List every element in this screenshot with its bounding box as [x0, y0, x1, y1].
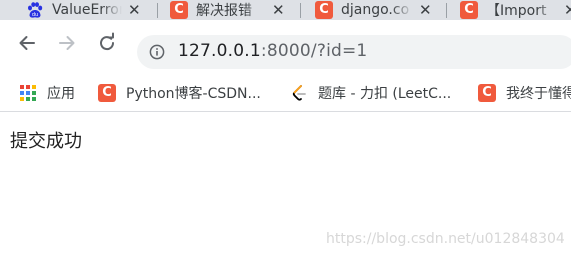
browser-tab[interactable]: 解决报错 ✕ [170, 0, 285, 20]
close-icon[interactable]: ✕ [128, 2, 141, 18]
close-icon[interactable]: ✕ [419, 2, 432, 18]
forward-arrow-icon[interactable] [56, 32, 78, 54]
tab-separator [157, 3, 158, 18]
bookmark-leetcode[interactable]: 题库 - 力扣 (LeetC... [290, 83, 451, 103]
bookmarks-bar: 应用 Python博客-CSDN... 题库 - 力扣 (LeetC... 我终… [0, 74, 571, 112]
browser-tab[interactable]: django.co ✕ [315, 0, 432, 20]
bookmark-label: 应用 [47, 86, 75, 102]
url-text[interactable]: 127.0.0.1:8000/?id=1 [178, 41, 367, 61]
apps-grid-icon [20, 85, 36, 101]
csdn-icon [170, 1, 188, 19]
close-icon[interactable]: ✕ [564, 2, 571, 18]
close-icon[interactable]: ✕ [272, 2, 285, 18]
address-bar[interactable]: 127.0.0.1:8000/?id=1 [137, 35, 571, 69]
bookmark-python-blog[interactable]: Python博客-CSDN... [98, 83, 261, 103]
csdn-icon [98, 84, 116, 102]
tab-title: 解决报错 [196, 3, 252, 19]
baidu-icon: du [28, 2, 43, 18]
bookmark-article[interactable]: 我终于懂得 [478, 83, 571, 103]
svg-text:du: du [32, 12, 38, 18]
info-icon[interactable] [149, 44, 165, 60]
leetcode-icon [292, 85, 306, 101]
tab-separator [300, 3, 301, 18]
browser-toolbar: 127.0.0.1:8000/?id=1 [0, 20, 571, 69]
submit-success-message: 提交成功 [10, 131, 82, 152]
watermark-text: https://blog.csdn.net/u012848304 [326, 231, 565, 247]
browser-tab[interactable]: du ValueError ✕ [26, 0, 141, 20]
csdn-icon [460, 1, 478, 19]
bookmark-apps[interactable]: 应用 [19, 83, 75, 103]
bookmark-label: Python博客-CSDN... [126, 86, 261, 102]
bookmark-label: 题库 - 力扣 (LeetC... [318, 86, 452, 102]
back-arrow-icon[interactable] [16, 32, 38, 54]
tab-title: django.co [341, 2, 410, 18]
bookmark-label: 我终于懂得 [506, 86, 571, 102]
csdn-icon [315, 1, 333, 19]
csdn-icon [478, 84, 496, 102]
url-path: :8000/?id=1 [260, 41, 368, 61]
tab-separator [446, 3, 447, 18]
reload-icon[interactable] [96, 32, 118, 54]
tab-title: ValueError [52, 2, 122, 18]
url-host: 127.0.0.1 [178, 41, 261, 61]
browser-tab[interactable]: 【Import ✕ [460, 0, 571, 20]
tab-title: 【Import [486, 3, 547, 19]
tab-strip: du ValueError ✕ 解决报错 ✕ django.co ✕ 【Impo… [0, 0, 571, 20]
